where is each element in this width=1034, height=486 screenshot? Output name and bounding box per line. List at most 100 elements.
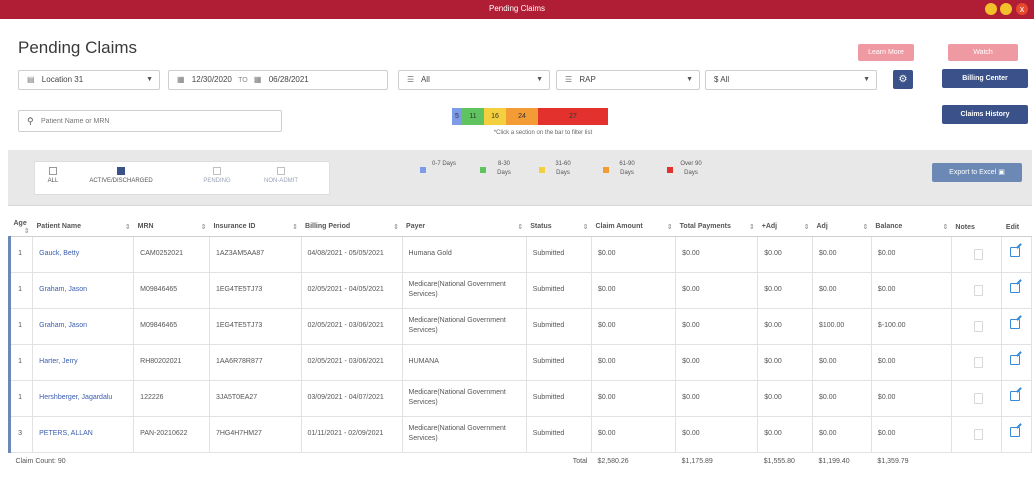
column-header[interactable]: +Adj ⇕ [757, 219, 813, 237]
table-row[interactable]: 1 Graham, Jason M09846465 1EG4TE5TJ73 02/05/… [7, 307, 1032, 345]
age-bar-segment[interactable]: 27 [538, 108, 608, 125]
table-row[interactable]: 3 PETERS, ALLAN PAN-20210622 7HG4H7HM27 01/1… [7, 415, 1032, 453]
edit-icon[interactable] [1010, 355, 1021, 365]
cell-name[interactable]: Graham, Jason [32, 307, 135, 345]
column-header-label: Age [13, 219, 27, 227]
column-header[interactable]: Status ⇕ [526, 219, 592, 237]
cell-edit[interactable] [1001, 235, 1032, 273]
cell-edit[interactable] [1001, 271, 1032, 309]
note-icon[interactable] [973, 392, 983, 404]
cell-notes[interactable] [950, 343, 1003, 381]
column-header[interactable]: Patient Name ⇕ [32, 219, 134, 237]
status-filter-pending[interactable]: PENDING [195, 167, 239, 184]
column-header[interactable]: Balance ⇕ [871, 219, 952, 237]
filter-select-1[interactable]: ☰ All ▼ [398, 70, 550, 90]
sort-icon[interactable]: ⇕ [517, 223, 523, 231]
claims-history-button[interactable]: Claims History [942, 105, 1028, 124]
note-icon[interactable] [973, 320, 983, 332]
sort-icon[interactable]: ⇕ [292, 223, 298, 231]
minimize-icon[interactable] [985, 3, 997, 15]
sort-icon[interactable]: ⇕ [863, 223, 869, 231]
column-header[interactable]: Adj ⇕ [812, 219, 872, 237]
cell-name[interactable]: Harter, Jerry [32, 343, 135, 381]
column-header-label: Edit [1005, 223, 1020, 231]
edit-icon[interactable] [1010, 247, 1021, 257]
age-bar-segment[interactable]: 16 [484, 108, 506, 125]
close-icon[interactable]: x [1016, 3, 1028, 15]
column-header[interactable]: Claim Amount ⇕ [591, 219, 676, 237]
cell-notes[interactable] [950, 271, 1003, 309]
sort-icon[interactable]: ⇕ [201, 223, 207, 231]
column-header[interactable]: Edit [1001, 219, 1032, 237]
learn-more-button[interactable]: Learn More [858, 44, 914, 61]
cell-claim: $0.00 [590, 379, 677, 417]
note-icon[interactable] [973, 284, 983, 296]
filter-select-2[interactable]: ☰ RAP ▼ [556, 70, 700, 90]
sort-icon[interactable]: ⇕ [749, 223, 755, 231]
search-input[interactable] [41, 114, 277, 129]
cell-name[interactable]: Graham, Jason [32, 271, 135, 309]
sort-icon[interactable]: ⇕ [24, 227, 30, 235]
edit-icon[interactable] [1010, 427, 1021, 437]
total-empty [951, 451, 1002, 472]
cell-name[interactable]: PETERS, ALLAN [32, 415, 135, 453]
checkbox[interactable] [49, 167, 57, 175]
sort-icon[interactable]: ⇕ [393, 223, 399, 231]
edit-icon[interactable] [1010, 319, 1021, 329]
sort-icon[interactable]: ⇕ [943, 223, 949, 231]
column-header[interactable]: Age ⇕ [9, 219, 33, 237]
date-from[interactable]: 12/30/2020 [192, 75, 232, 84]
cell-notes[interactable] [950, 379, 1003, 417]
cell-edit[interactable] [1001, 415, 1032, 453]
cell-edit[interactable] [1001, 307, 1032, 345]
age-bar-segment[interactable]: 11 [462, 108, 484, 125]
date-to[interactable]: 06/28/2021 [269, 75, 309, 84]
search-box[interactable]: ⚲ [18, 110, 282, 132]
cell-edit[interactable] [1001, 379, 1032, 417]
cell-edit[interactable] [1001, 343, 1032, 381]
table-row[interactable]: 1 Harter, Jerry RH80202021 1AA6R78R877 02/05… [7, 343, 1032, 381]
cell-notes[interactable] [950, 307, 1003, 345]
age-bar-segment[interactable]: 24 [506, 108, 538, 125]
status-filter-all[interactable]: ALL [41, 167, 65, 184]
location-select[interactable]: ▤ Location 31 ▼ [18, 70, 160, 90]
age-distribution-bar[interactable]: 5 11 16 24 27 [452, 108, 608, 125]
sort-icon[interactable]: ⇕ [583, 223, 589, 231]
watch-button[interactable]: Watch [948, 44, 1018, 61]
column-header[interactable]: Billing Period ⇕ [301, 219, 403, 237]
column-header[interactable]: Insurance ID ⇕ [209, 219, 302, 237]
column-header[interactable]: Notes [951, 219, 1002, 237]
sort-icon[interactable]: ⇕ [125, 223, 131, 231]
table-row[interactable]: 1 Gauck, Betty CAM0252021 1AZ3AM5AA87 04/08/… [7, 235, 1032, 273]
edit-icon[interactable] [1010, 283, 1021, 293]
export-excel-button[interactable]: Export to Excel ▣ [932, 163, 1022, 182]
gear-icon[interactable]: ⚙ [893, 70, 913, 89]
cell-name[interactable]: Hershberger, Jagardalu [32, 379, 135, 417]
cell-notes[interactable] [950, 235, 1003, 273]
edit-icon[interactable] [1010, 391, 1021, 401]
status-filter-active-discharged[interactable]: ACTIVE/DISCHARGED [71, 167, 171, 184]
checkbox[interactable] [277, 167, 285, 175]
age-bar-segment[interactable]: 5 [452, 108, 462, 125]
sort-icon[interactable]: ⇕ [804, 223, 810, 231]
cell-notes[interactable] [950, 415, 1003, 453]
cell-name[interactable]: Gauck, Betty [32, 235, 135, 273]
checkbox[interactable] [117, 167, 125, 175]
amount-select[interactable]: $ All ▼ [705, 70, 877, 90]
note-icon[interactable] [973, 356, 983, 368]
column-header[interactable]: MRN ⇕ [133, 219, 210, 237]
column-header[interactable]: Total Payments ⇕ [675, 219, 758, 237]
billing-center-button[interactable]: Billing Center [942, 69, 1028, 88]
note-icon[interactable] [973, 428, 983, 440]
table-row[interactable]: 1 Hershberger, Jagardalu 122226 3JA5T0EA27 0… [7, 379, 1032, 417]
sort-icon[interactable]: ⇕ [667, 223, 673, 231]
date-range-picker[interactable]: ▦ 12/30/2020 TO ▦ 06/28/2021 [168, 70, 388, 90]
status-filter-non-admit[interactable]: NON-ADMIT [257, 167, 305, 184]
maximize-icon[interactable] [1000, 3, 1012, 15]
note-icon[interactable] [973, 248, 983, 260]
checkbox[interactable] [213, 167, 221, 175]
status-filter-label: ACTIVE/DISCHARGED [89, 178, 153, 184]
legend-swatch [603, 167, 609, 173]
table-row[interactable]: 1 Graham, Jason M09846465 1EG4TE5TJ73 02/05/… [7, 271, 1032, 309]
column-header[interactable]: Payer ⇕ [402, 219, 527, 237]
